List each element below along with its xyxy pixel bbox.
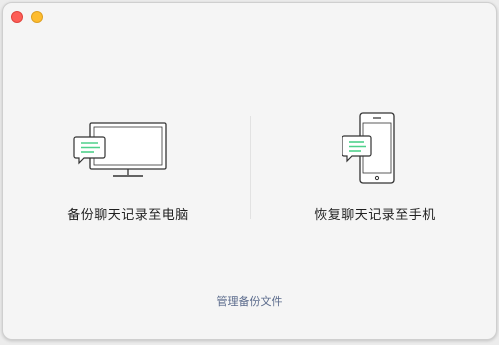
backup-option-label: 备份聊天记录至电脑 — [67, 208, 189, 223]
backup-restore-window: 备份聊天记录至电脑 恢复聊天记录至手机 管理备份文件 — [2, 2, 497, 340]
option-divider — [250, 116, 251, 219]
backup-to-computer-option[interactable]: 备份聊天记录至电脑 — [28, 111, 228, 231]
phone-chat-icon — [342, 112, 395, 184]
restore-to-phone-option[interactable]: 恢复聊天记录至手机 — [275, 111, 475, 231]
window-close-button[interactable] — [11, 11, 23, 23]
window-minimize-button[interactable] — [31, 11, 43, 23]
manage-backup-files-link[interactable]: 管理备份文件 — [3, 293, 496, 309]
monitor-chat-icon — [73, 122, 167, 177]
restore-option-label: 恢复聊天记录至手机 — [314, 208, 436, 223]
